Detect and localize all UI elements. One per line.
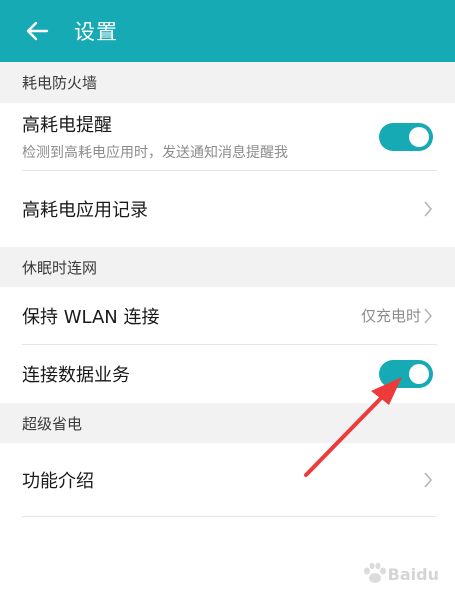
chevron-right-icon — [423, 307, 433, 325]
keep-wlan-title: 保持 WLAN 连接 — [22, 306, 160, 328]
high-power-records-row[interactable]: 高耗电应用记录 — [0, 171, 455, 247]
feature-intro-row[interactable]: 功能介绍 — [0, 443, 455, 516]
watermark-text: Baidu — [387, 564, 439, 584]
app-bar: 设置 — [0, 0, 455, 62]
data-service-toggle[interactable] — [379, 360, 433, 388]
arrow-left-icon — [26, 21, 49, 41]
high-power-alert-subtitle: 检测到高耗电应用时，发送通知消息提醒我 — [22, 145, 288, 161]
section-header-power-firewall: 耗电防火墙 — [0, 62, 455, 103]
back-button[interactable] — [25, 20, 49, 42]
baidu-watermark: Baidu — [362, 562, 439, 586]
high-power-alert-row[interactable]: 高耗电提醒 检测到高耗电应用时，发送通知消息提醒我 — [0, 103, 455, 170]
high-power-alert-title: 高耗电提醒 — [22, 115, 112, 136]
page-title: 设置 — [74, 20, 118, 44]
data-service-title: 连接数据业务 — [22, 365, 130, 386]
section-header-super-saver: 超级省电 — [0, 403, 455, 443]
keep-wlan-row[interactable]: 保持 WLAN 连接 仅充电时 — [0, 287, 455, 344]
data-service-row[interactable]: 连接数据业务 — [0, 345, 455, 403]
section-header-sleep-connection: 休眠时连网 — [0, 247, 455, 287]
chevron-right-icon — [423, 200, 433, 218]
high-power-alert-toggle[interactable] — [379, 122, 433, 151]
high-power-records-title: 高耗电应用记录 — [22, 200, 148, 221]
feature-intro-title: 功能介绍 — [22, 470, 94, 492]
chevron-right-icon — [423, 471, 433, 489]
divider — [22, 516, 437, 517]
keep-wlan-value: 仅充电时 — [360, 307, 421, 325]
paw-icon — [363, 562, 386, 583]
